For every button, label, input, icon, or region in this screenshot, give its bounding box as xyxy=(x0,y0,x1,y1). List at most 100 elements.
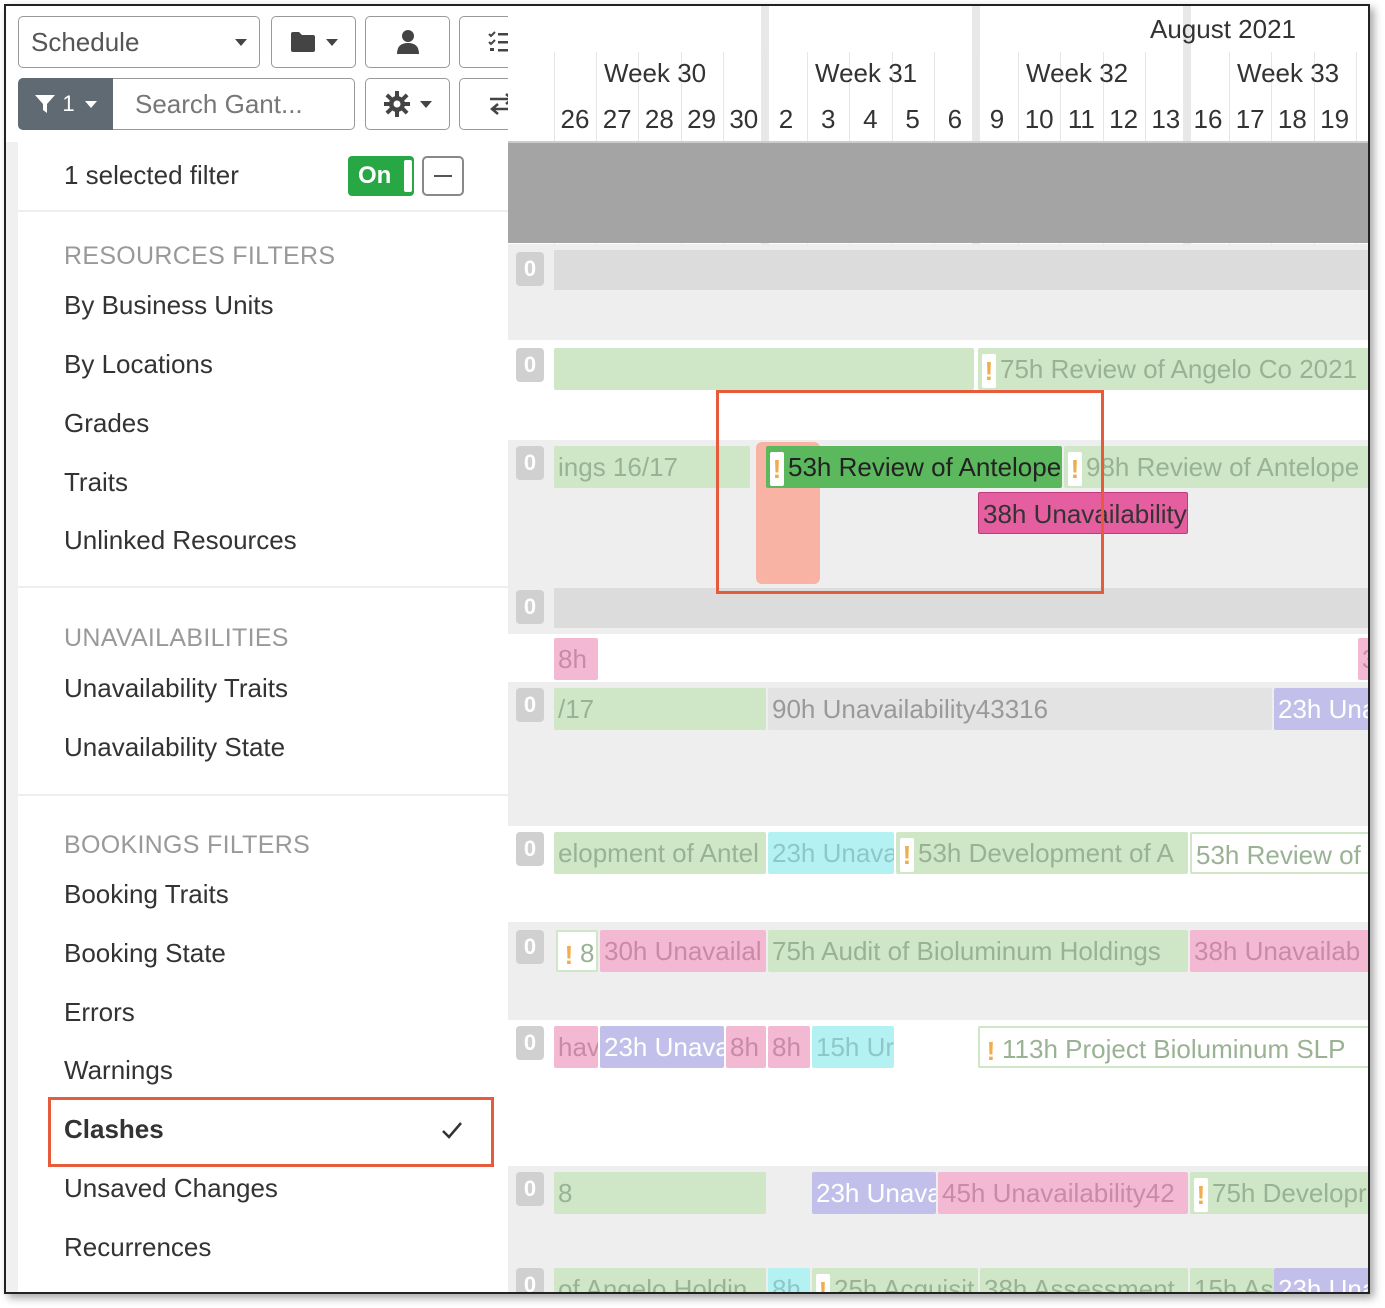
unavailability-bar[interactable]: 23h Unava xyxy=(812,1172,936,1214)
day-label: 6 xyxy=(947,104,963,134)
warning-icon: ! xyxy=(984,1034,998,1066)
checkmark-icon xyxy=(442,1122,462,1139)
booking-bar[interactable]: ! 113h Project Bioluminum SLP xyxy=(978,1026,1368,1068)
filter-item-by-business-units[interactable]: By Business Units xyxy=(64,290,274,321)
booking-label: 23h Una xyxy=(1278,694,1370,724)
week-label: Week 31 xyxy=(815,58,918,88)
booking-label: 23h Unava xyxy=(772,838,894,868)
booking-bar[interactable]: /17 xyxy=(554,688,766,730)
booking-bar[interactable]: 38h Assessment xyxy=(980,1268,1188,1292)
booking-bar[interactable] xyxy=(554,348,974,390)
row-count-badge: 0 xyxy=(516,688,544,722)
booking-bar[interactable]: 53h Review of xyxy=(1190,832,1368,874)
day-label: 28 xyxy=(644,104,674,134)
resource-row xyxy=(508,244,1368,340)
person-icon xyxy=(396,30,419,54)
row-count-badge: 0 xyxy=(516,348,544,382)
unavailability-bar[interactable]: 8h xyxy=(726,1026,766,1068)
booking-label: 8l xyxy=(580,938,596,968)
clash-callout-box xyxy=(716,390,1104,594)
booking-bar[interactable]: ! 98h Review of Antelope xyxy=(1064,446,1368,488)
search-input[interactable]: Search Gant... xyxy=(113,78,355,130)
filter-item-grades[interactable]: Grades xyxy=(64,408,149,439)
day-label: 29 xyxy=(687,104,717,134)
filter-item-recurrences[interactable]: Recurrences xyxy=(64,1232,211,1263)
row-count-badge: 0 xyxy=(516,446,544,480)
row-count-badge: 0 xyxy=(516,832,544,866)
booking-label: 23h Una xyxy=(1278,1274,1370,1294)
booking-bar[interactable]: ! 25h Acquisit xyxy=(812,1268,978,1292)
booking-label: 8h xyxy=(558,644,587,674)
filter-button[interactable]: 1 xyxy=(18,78,113,130)
chevron-down-icon xyxy=(325,38,338,46)
unavailability-bar[interactable]: 30h Unavailal xyxy=(600,930,766,972)
filter-item-booking-traits[interactable]: Booking Traits xyxy=(64,879,229,910)
filter-item-unavailability-state[interactable]: Unavailability State xyxy=(64,732,285,763)
gantt-chart: August 2021 Week 30 Week 31 Week 32 Week… xyxy=(508,6,1370,1294)
settings-button[interactable] xyxy=(365,78,450,130)
booking-label: 113h Project Bioluminum SLP xyxy=(1002,1034,1346,1064)
search-placeholder: Search Gant... xyxy=(135,88,303,119)
booking-label: 75h Developr xyxy=(1212,1178,1367,1208)
schedule-view-select[interactable]: Schedule xyxy=(18,16,260,68)
aggregate-band xyxy=(554,588,1368,628)
unavailability-bar[interactable]: 15h Ur xyxy=(812,1026,894,1068)
clear-filters-button[interactable] xyxy=(422,156,464,196)
booking-bar[interactable]: ! 75h Developr xyxy=(1190,1172,1368,1214)
row-count-badge: 0 xyxy=(516,1172,544,1206)
filter-item-booking-state[interactable]: Booking State xyxy=(64,938,226,969)
booking-bar[interactable]: 8 xyxy=(554,1172,766,1214)
unavailability-bar[interactable]: 8h xyxy=(768,1268,810,1292)
folder-menu-button[interactable] xyxy=(271,16,356,68)
filter-item-errors[interactable]: Errors xyxy=(64,997,135,1028)
filter-item-unlinked-resources[interactable]: Unlinked Resources xyxy=(64,525,297,556)
unavailability-bar[interactable]: 38h Unavailab xyxy=(1190,930,1368,972)
selected-filter-count: 1 selected filter xyxy=(64,160,239,190)
chevron-down-icon xyxy=(84,100,97,108)
week-label: Week 30 xyxy=(604,58,707,88)
unavailability-bar[interactable]: 8h xyxy=(554,638,598,680)
app-window: Schedule 1 Search Gant... August 2021 We… xyxy=(4,4,1370,1294)
booking-bar[interactable]: elopment of Antel xyxy=(554,832,766,874)
minus-icon xyxy=(434,175,452,177)
filter-item-by-locations[interactable]: By Locations xyxy=(64,349,213,380)
group-header-band xyxy=(508,143,1368,243)
unavailability-bar[interactable]: 8h xyxy=(768,1026,810,1068)
booking-bar[interactable]: !8l xyxy=(556,930,598,972)
row-count-badge: 0 xyxy=(516,252,544,286)
day-label: 30 xyxy=(729,104,759,134)
unavailability-bar[interactable]: 23h Una xyxy=(1274,1268,1370,1294)
booking-label: 15h Ur xyxy=(816,1032,894,1062)
booking-label: 75h Audit of Bioluminum Holdings xyxy=(772,936,1161,966)
filter-item-warnings[interactable]: Warnings xyxy=(64,1055,173,1086)
booking-bar[interactable]: ! 75h Review of Angelo Co 2021 xyxy=(978,348,1368,390)
filter-toggle-switch[interactable]: On xyxy=(348,156,414,196)
booking-label: 23h Unava xyxy=(604,1032,724,1062)
unavailability-bar[interactable]: 23h Unava xyxy=(768,832,894,874)
unavailability-bar[interactable]: 3 xyxy=(1358,638,1368,680)
booking-bar[interactable]: of Angelo Holdin xyxy=(554,1268,766,1292)
gear-icon xyxy=(383,91,410,117)
booking-bar[interactable]: 15h As xyxy=(1190,1268,1274,1292)
month-label: August 2021 xyxy=(1150,14,1297,44)
booking-label: 90h Unavailability43316 xyxy=(772,694,1049,724)
day-label: 3 xyxy=(820,104,836,134)
unavailability-bar[interactable]: 45h Unavailability42 xyxy=(938,1172,1188,1214)
day-label: 11 xyxy=(1067,104,1095,134)
filter-item-clashes[interactable]: Clashes xyxy=(64,1114,164,1145)
unavailability-bar[interactable]: hava xyxy=(554,1026,598,1068)
filter-item-traits[interactable]: Traits xyxy=(64,467,128,498)
unavailability-bar[interactable]: 23h Una xyxy=(1274,688,1370,730)
unavailability-bar[interactable]: 23h Unava xyxy=(600,1026,724,1068)
filter-item-unavailability-traits[interactable]: Unavailability Traits xyxy=(64,673,288,704)
row-count-badge: 0 xyxy=(516,590,544,624)
warning-icon: ! xyxy=(900,838,914,873)
unavailability-bar[interactable]: 90h Unavailability43316 xyxy=(768,688,1272,730)
resource-button[interactable] xyxy=(365,16,450,68)
filter-item-unsaved-changes[interactable]: Unsaved Changes xyxy=(64,1173,278,1204)
row-count-badge: 0 xyxy=(516,930,544,964)
booking-bar[interactable]: 75h Audit of Bioluminum Holdings xyxy=(768,930,1188,972)
booking-bar[interactable]: ! 53h Development of A xyxy=(896,832,1188,874)
section-header-resources: RESOURCES FILTERS xyxy=(64,242,336,270)
week-label: Week 33 xyxy=(1237,58,1340,88)
